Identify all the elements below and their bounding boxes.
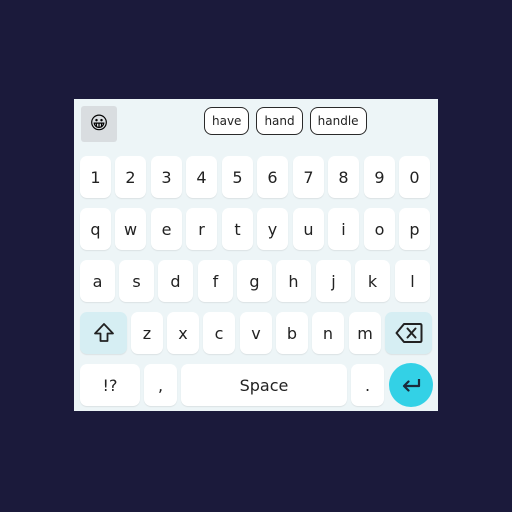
- key-f[interactable]: f: [198, 260, 233, 302]
- home-letter-row: a s d f g h j k l: [74, 260, 438, 303]
- enter-button[interactable]: [389, 363, 433, 407]
- key-b[interactable]: b: [276, 312, 308, 354]
- key-q[interactable]: q: [80, 208, 111, 250]
- key-8[interactable]: 8: [328, 156, 359, 198]
- key-e[interactable]: e: [151, 208, 182, 250]
- key-7[interactable]: 7: [293, 156, 324, 198]
- space-key[interactable]: Space: [181, 364, 347, 406]
- shift-arrow-icon: [93, 323, 114, 342]
- key-h[interactable]: h: [276, 260, 311, 302]
- backspace-key[interactable]: [385, 312, 432, 354]
- suggestion-chip[interactable]: hand: [256, 107, 303, 135]
- key-5[interactable]: 5: [222, 156, 253, 198]
- key-x[interactable]: x: [167, 312, 199, 354]
- keyboard: 😀 have hand handle 1 2 3 4 5 6 7 8 9 0 q…: [74, 99, 438, 411]
- function-row: !? , Space .: [74, 363, 438, 407]
- key-j[interactable]: j: [316, 260, 351, 302]
- key-4[interactable]: 4: [186, 156, 217, 198]
- key-z[interactable]: z: [131, 312, 163, 354]
- key-v[interactable]: v: [240, 312, 272, 354]
- key-2[interactable]: 2: [115, 156, 146, 198]
- key-i[interactable]: i: [328, 208, 359, 250]
- key-6[interactable]: 6: [257, 156, 288, 198]
- key-p[interactable]: p: [399, 208, 430, 250]
- key-c[interactable]: c: [203, 312, 235, 354]
- suggestion-chip[interactable]: have: [204, 107, 250, 135]
- key-u[interactable]: u: [293, 208, 324, 250]
- key-o[interactable]: o: [364, 208, 395, 250]
- key-k[interactable]: k: [355, 260, 390, 302]
- key-1[interactable]: 1: [80, 156, 111, 198]
- symbols-key[interactable]: !?: [80, 364, 140, 406]
- key-9[interactable]: 9: [364, 156, 395, 198]
- number-row: 1 2 3 4 5 6 7 8 9 0: [74, 156, 438, 199]
- top-letter-row: q w e r t y u i o p: [74, 208, 438, 251]
- period-key[interactable]: .: [351, 364, 384, 406]
- key-a[interactable]: a: [80, 260, 115, 302]
- suggestion-chip[interactable]: handle: [309, 107, 367, 135]
- comma-key[interactable]: ,: [144, 364, 177, 406]
- smiley-icon: 😀: [89, 113, 109, 134]
- key-w[interactable]: w: [115, 208, 146, 250]
- shift-key[interactable]: [80, 312, 127, 354]
- key-t[interactable]: t: [222, 208, 253, 250]
- key-s[interactable]: s: [119, 260, 154, 302]
- enter-arrow-icon: [402, 379, 421, 392]
- emoji-button[interactable]: 😀: [81, 106, 117, 142]
- key-3[interactable]: 3: [151, 156, 182, 198]
- key-d[interactable]: d: [158, 260, 193, 302]
- bottom-letter-row: z x c v b n m: [74, 312, 438, 355]
- key-l[interactable]: l: [395, 260, 430, 302]
- key-g[interactable]: g: [237, 260, 272, 302]
- key-m[interactable]: m: [349, 312, 381, 354]
- suggestion-list: have hand handle: [204, 107, 367, 137]
- suggestion-bar: 😀 have hand handle: [74, 99, 438, 149]
- key-0[interactable]: 0: [399, 156, 430, 198]
- key-r[interactable]: r: [186, 208, 217, 250]
- key-y[interactable]: y: [257, 208, 288, 250]
- key-n[interactable]: n: [312, 312, 344, 354]
- enter-key[interactable]: [387, 363, 435, 407]
- backspace-icon: [395, 323, 422, 343]
